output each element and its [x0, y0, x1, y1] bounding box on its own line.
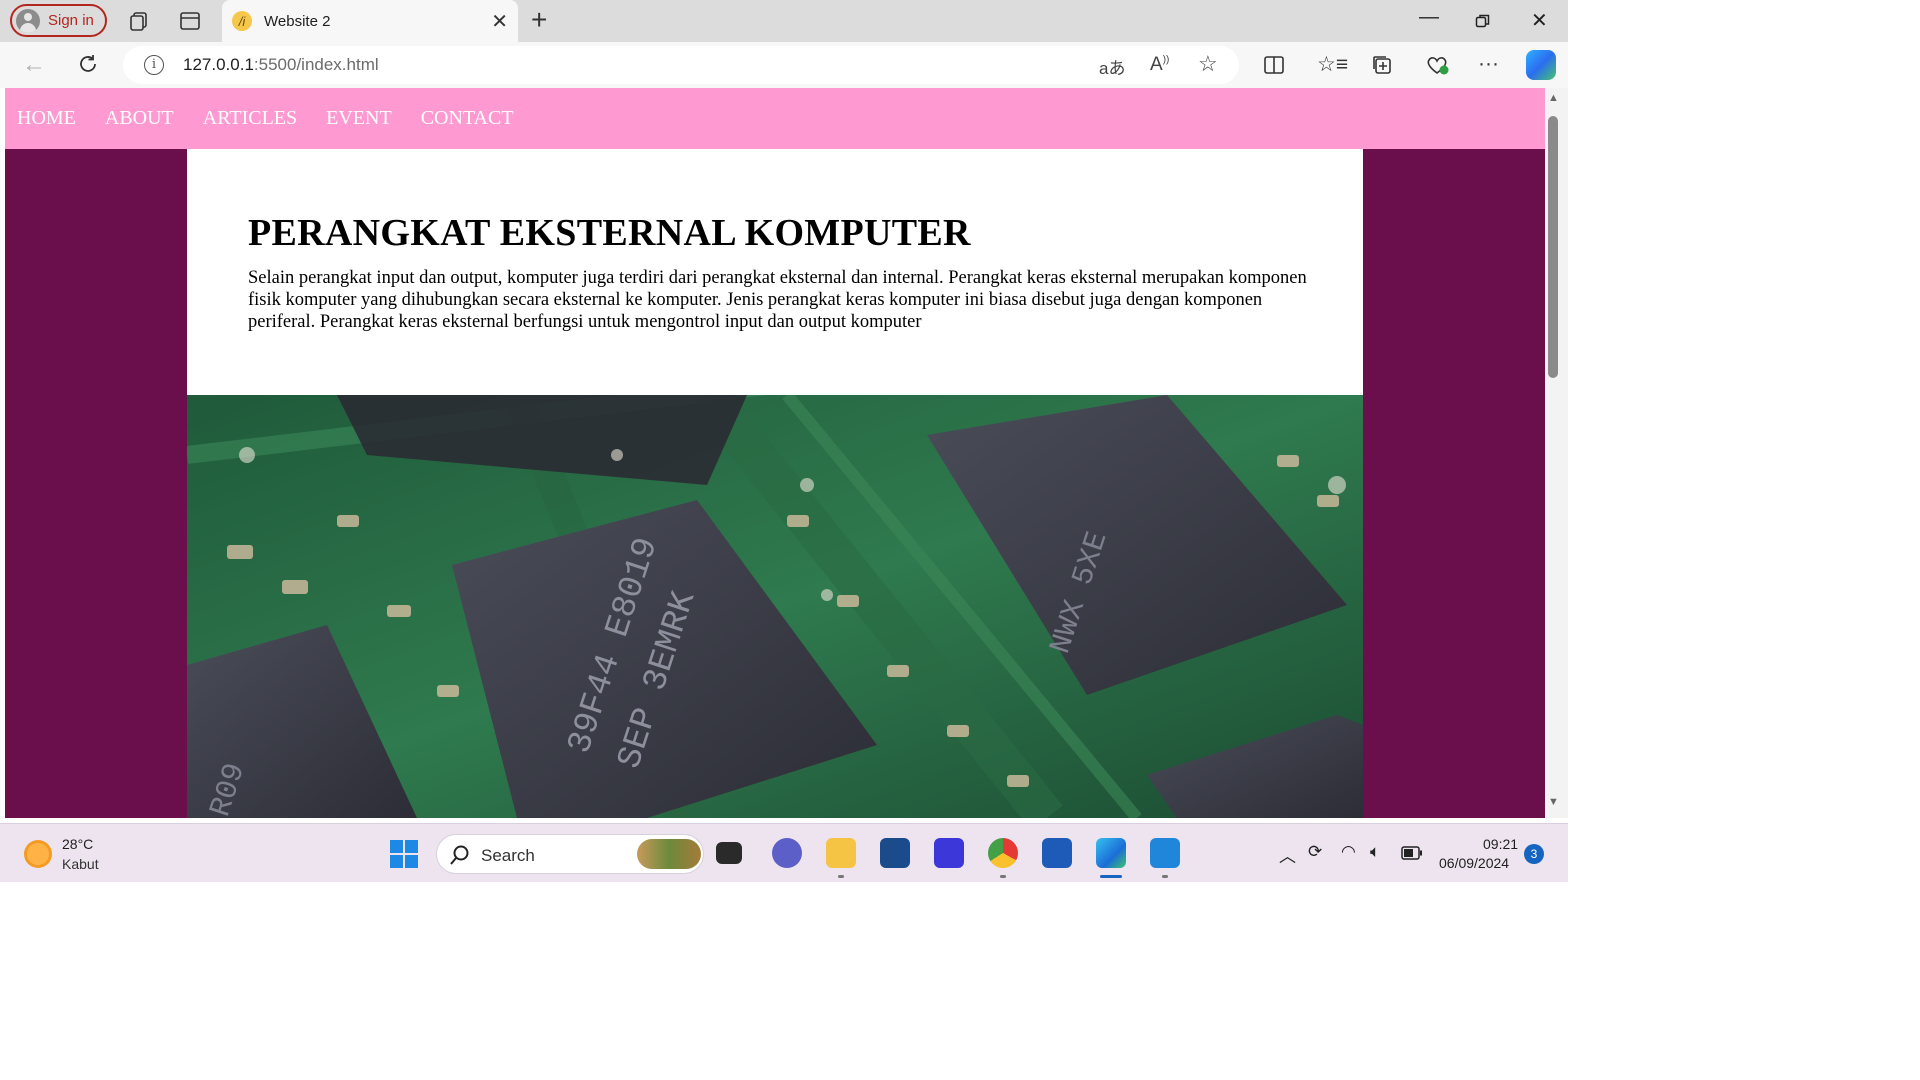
battery-icon[interactable] — [1401, 846, 1423, 860]
sync-icon[interactable]: ⟳ — [1308, 842, 1322, 862]
url-path: :5500/index.html — [253, 55, 379, 74]
show-hidden-icons-icon[interactable]: ︿ — [1279, 842, 1296, 867]
notification-badge[interactable]: 3 — [1524, 844, 1544, 864]
chrome-running-indicator — [1000, 875, 1006, 878]
taskbar: 28°C Kabut Search ︿ ⟳ ◠ 🔈︎ 09:21 06/09/2… — [0, 823, 1568, 882]
close-tab-icon[interactable]: ✕ — [491, 9, 508, 34]
teams-chat-icon[interactable] — [772, 838, 802, 868]
site-navbar: HOME ABOUT ARTICLES EVENT CONTACT — [5, 88, 1545, 149]
address-bar[interactable]: i 127.0.0.1:5500/index.html aあ A)) ☆ — [123, 46, 1239, 84]
sign-in-label: Sign in — [48, 12, 94, 29]
more-options-icon[interactable]: ··· — [1478, 52, 1499, 76]
translate-icon[interactable]: aあ — [1099, 54, 1125, 79]
article-section: PERANGKAT EKSTERNAL KOMPUTER Selain pera… — [187, 149, 1363, 395]
sign-in-button[interactable]: Sign in — [10, 4, 107, 37]
circuit-board-image: 39F44 E8019 SEP 3EMRK NWX 5XE R09 — [187, 395, 1363, 818]
word-icon[interactable] — [1042, 838, 1072, 868]
tab-website-2[interactable]: /i Website 2 ✕ — [222, 0, 518, 42]
avatar-icon — [16, 8, 40, 33]
scroll-down-icon[interactable]: ▼ — [1548, 796, 1559, 808]
copilot-icon[interactable] — [1526, 50, 1556, 80]
edge-active-indicator — [1100, 875, 1122, 878]
tab-actions-icon[interactable] — [179, 10, 201, 32]
favorites-icon[interactable]: ☆≡ — [1317, 52, 1348, 77]
site-info-icon[interactable]: i — [144, 55, 164, 75]
read-aloud-icon[interactable]: A)) — [1150, 54, 1169, 76]
url-text[interactable]: 127.0.0.1:5500/index.html — [183, 55, 379, 75]
app-icon[interactable] — [934, 838, 964, 868]
taskbar-search[interactable]: Search — [436, 834, 704, 874]
vscode-running-indicator — [1162, 875, 1168, 878]
nav-contact[interactable]: CONTACT — [421, 107, 514, 130]
back-icon[interactable]: ← — [22, 51, 46, 79]
weather-icon[interactable] — [24, 840, 52, 868]
nav-about[interactable]: ABOUT — [105, 107, 174, 130]
search-icon — [450, 845, 469, 865]
restore-icon[interactable] — [1475, 13, 1491, 29]
new-tab-icon[interactable]: + — [531, 4, 547, 36]
workspaces-icon[interactable] — [128, 10, 150, 32]
search-highlight-icon — [637, 839, 701, 869]
article-paragraph: Selain perangkat input dan output, kompu… — [248, 268, 1307, 332]
minimize-icon[interactable]: — — [1419, 6, 1439, 29]
start-icon[interactable] — [389, 839, 419, 869]
collections-icon[interactable] — [1371, 54, 1393, 76]
weather-temperature[interactable]: 28°C — [62, 836, 93, 852]
tab-title: Website 2 — [264, 12, 331, 30]
clock-time[interactable]: 09:21 — [1483, 836, 1518, 852]
wifi-icon[interactable]: ◠ — [1341, 842, 1356, 862]
split-screen-icon[interactable] — [1263, 54, 1285, 76]
browser-title-bar: Sign in /i Website 2 ✕ + — ✕ — [0, 0, 1568, 42]
close-window-icon[interactable]: ✕ — [1531, 8, 1548, 33]
chrome-icon[interactable] — [988, 838, 1018, 868]
nav-home[interactable]: HOME — [17, 107, 76, 130]
browser-essentials-icon[interactable] — [1425, 54, 1449, 76]
article-heading: PERANGKAT EKSTERNAL KOMPUTER — [248, 212, 971, 254]
volume-icon[interactable]: 🔈︎ — [1370, 842, 1380, 862]
edge-icon[interactable] — [1096, 838, 1126, 868]
search-placeholder: Search — [481, 846, 535, 865]
scroll-up-icon[interactable]: ▲ — [1548, 92, 1559, 104]
nav-articles[interactable]: ARTICLES — [203, 107, 297, 130]
favicon-icon: /i — [232, 11, 252, 31]
url-host: 127.0.0.1 — [183, 55, 254, 74]
favorite-star-icon[interactable]: ☆ — [1198, 51, 1218, 77]
nav-event[interactable]: EVENT — [326, 107, 392, 130]
weather-description[interactable]: Kabut — [62, 856, 99, 872]
browser-toolbar: ← i 127.0.0.1:5500/index.html aあ A)) ☆ ☆… — [0, 42, 1568, 88]
clock-date[interactable]: 06/09/2024 — [1439, 855, 1509, 871]
vscode-icon[interactable] — [1150, 838, 1180, 868]
page-viewport: HOME ABOUT ARTICLES EVENT CONTACT PERANG… — [5, 88, 1545, 818]
file-explorer-icon[interactable] — [826, 838, 856, 868]
file-explorer-running-indicator — [838, 875, 844, 878]
refresh-icon[interactable] — [77, 53, 99, 75]
scrollbar-thumb[interactable] — [1548, 116, 1558, 378]
task-view-icon[interactable] — [716, 842, 742, 864]
microsoft-store-icon[interactable] — [880, 838, 910, 868]
